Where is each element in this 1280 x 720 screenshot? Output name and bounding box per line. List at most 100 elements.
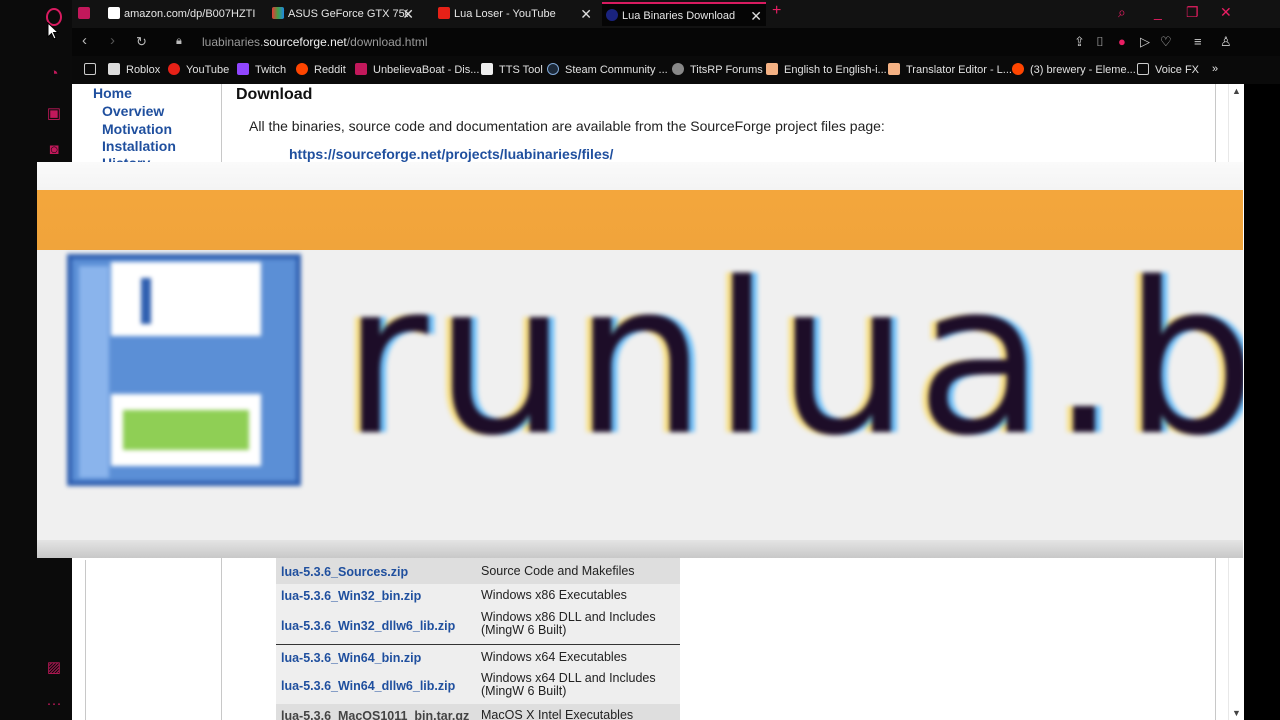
- more-icon[interactable]: ···: [44, 694, 64, 714]
- bookmark-label: YouTube: [186, 64, 230, 76]
- image-icon[interactable]: ▨: [44, 658, 64, 678]
- bookmark-label: Roblox: [126, 64, 161, 76]
- divider: [85, 560, 86, 720]
- bookmark-label: UnbelievaBoat - Dis...: [373, 64, 480, 76]
- heart-icon[interactable]: ♡: [1160, 34, 1172, 50]
- bookmark-twitch[interactable]: Twitch: [237, 63, 286, 76]
- file-description: Windows x86 DLL and Includes (MingW 6 Bu…: [481, 610, 656, 637]
- twitch-icon[interactable]: ◙: [44, 140, 64, 160]
- url-domain: sourceforge.net: [263, 35, 347, 49]
- file-link[interactable]: lua-5.3.6_MacOS1011_bin.tar.gz: [281, 709, 469, 720]
- mouse-cursor-icon: [47, 22, 59, 40]
- workspace-icon[interactable]: [78, 2, 104, 26]
- url-field[interactable]: luabinaries.sourceforge.net/download.htm…: [202, 35, 427, 49]
- file-link[interactable]: lua-5.3.6_Sources.zip: [281, 565, 408, 579]
- back-icon[interactable]: ‹: [82, 32, 87, 49]
- nav-overview[interactable]: Overview: [102, 103, 164, 119]
- bookmark-label: Steam Community ...: [565, 64, 668, 76]
- bookmark-label: English to English-i...: [784, 64, 887, 76]
- table-row: lua-5.3.6_Win32_dllw6_lib.zip Windows x8…: [276, 606, 680, 644]
- bookmark-label: Reddit: [314, 64, 346, 76]
- bookmark-label: Translator Editor - L...: [906, 64, 1012, 76]
- floppy-disk-icon: [67, 254, 301, 486]
- tab-asus[interactable]: ASUS GeForce GTX 750 Ti O ✕: [272, 2, 418, 26]
- lua-favicon-icon: [606, 9, 618, 21]
- bookmark-label: (3) brewery - Eleme...: [1030, 64, 1136, 76]
- file-description: Windows x64 DLL and Includes (MingW 6 Bu…: [481, 671, 656, 698]
- send-icon[interactable]: ▷: [1140, 34, 1150, 50]
- tab-lua-binaries[interactable]: Lua Binaries Download ✕: [602, 2, 766, 26]
- file-description: Source Code and Makefiles: [481, 564, 635, 578]
- file-link[interactable]: lua-5.3.6_Win64_bin.zip: [281, 651, 421, 665]
- table-row: lua-5.3.6_Win32_bin.zip Windows x86 Exec…: [276, 584, 680, 606]
- folder-icon: [1137, 63, 1149, 75]
- forum-icon: [672, 63, 684, 75]
- close-tab-icon[interactable]: ✕: [750, 4, 762, 26]
- overlay-bottom-band: [37, 540, 1243, 558]
- close-window-icon[interactable]: ✕: [1220, 4, 1232, 21]
- close-tab-icon[interactable]: ✕: [580, 2, 592, 26]
- table-row: lua-5.3.6_Win64_dllw6_lib.zip Windows x6…: [276, 666, 680, 704]
- youtube-favicon-icon: [438, 7, 450, 19]
- bookmark-roblox[interactable]: Roblox: [108, 63, 160, 76]
- minimize-icon[interactable]: _: [1154, 4, 1162, 20]
- bookmark-unbelievaboat[interactable]: UnbelievaBoat - Dis...: [355, 63, 479, 76]
- bookmark-english[interactable]: English to English-i...: [766, 63, 887, 76]
- new-tab-button[interactable]: +: [772, 2, 781, 20]
- bookmark-label: Voice FX: [1155, 64, 1200, 76]
- bookmark-voice-fx[interactable]: Voice FX: [1137, 63, 1199, 76]
- file-description: Windows x64 Executables: [481, 650, 627, 664]
- bookmark-titsrp[interactable]: TitsRP Forums: [672, 63, 763, 76]
- bookmark-label: TitsRP Forums: [690, 64, 763, 76]
- tab-title: ASUS GeForce GTX 750 Ti O: [288, 8, 408, 20]
- unbelievaboat-icon: [355, 63, 367, 75]
- url-prefix: luabinaries.: [202, 35, 264, 49]
- bookmarks-folder-icon[interactable]: [84, 63, 102, 76]
- scroll-up-icon[interactable]: ▲: [1232, 86, 1241, 96]
- nav-home[interactable]: Home: [93, 85, 132, 101]
- adblock-icon[interactable]: ●: [1118, 34, 1126, 49]
- bookmarks-more-button[interactable]: »: [1212, 63, 1218, 75]
- amazon-favicon-icon: [108, 7, 120, 19]
- share-icon[interactable]: ⇪: [1074, 34, 1085, 50]
- forward-icon[interactable]: ›: [110, 32, 115, 49]
- tab-amazon[interactable]: amazon.com/dp/B007HZTI ✕: [108, 2, 290, 26]
- reload-icon[interactable]: ↻: [136, 34, 147, 50]
- page-title: Download: [236, 86, 313, 103]
- easy-setup-icon[interactable]: ≡: [1194, 34, 1202, 49]
- file-description: Windows x86 Executables: [481, 588, 627, 602]
- bookmark-translator[interactable]: Translator Editor - L...: [888, 63, 1012, 76]
- twitch-icon: [237, 63, 249, 75]
- profile-icon[interactable]: ♙: [1220, 34, 1232, 50]
- document-icon: [481, 63, 493, 75]
- speed-dial-icon[interactable]: ◔: [44, 64, 64, 84]
- camera-icon[interactable]: ⌷: [1096, 34, 1104, 50]
- restore-icon[interactable]: ❐: [1186, 4, 1199, 21]
- bookmark-steam[interactable]: Steam Community ...: [547, 63, 668, 76]
- shopping-bag-icon[interactable]: ▣: [44, 104, 64, 124]
- roblox-icon: [108, 63, 120, 75]
- nav-motivation[interactable]: Motivation: [102, 121, 172, 137]
- bookmark-tts-tool[interactable]: TTS Tool: [481, 63, 543, 76]
- file-link[interactable]: lua-5.3.6_Win64_dllw6_lib.zip: [281, 679, 455, 693]
- asus-favicon-icon: [272, 7, 284, 19]
- tab-title: amazon.com/dp/B007HZTI: [124, 8, 256, 20]
- search-tabs-icon[interactable]: ⌕: [1118, 4, 1126, 21]
- bookmarks-bar: Roblox YouTube Twitch Reddit UnbelievaBo…: [72, 56, 1280, 84]
- close-tab-icon[interactable]: ✕: [402, 2, 414, 26]
- bookmark-brewery[interactable]: (3) brewery - Eleme...: [1012, 63, 1136, 76]
- file-link[interactable]: lua-5.3.6_Win32_bin.zip: [281, 589, 421, 603]
- tab-title: Lua Loser - YouTube: [454, 8, 556, 20]
- tab-youtube[interactable]: Lua Loser - YouTube ✕: [438, 2, 596, 26]
- intro-text: All the binaries, source code and docume…: [249, 118, 885, 134]
- scroll-down-icon[interactable]: ▼: [1232, 708, 1241, 718]
- sourceforge-files-link[interactable]: https://sourceforge.net/projects/luabina…: [289, 146, 613, 162]
- bookmark-youtube[interactable]: YouTube: [168, 63, 229, 76]
- bookmark-reddit[interactable]: Reddit: [296, 63, 346, 76]
- youtube-icon: [168, 63, 180, 75]
- bookmark-label: TTS Tool: [499, 64, 543, 76]
- nav-installation[interactable]: Installation: [102, 138, 176, 154]
- steam-icon: [547, 63, 559, 75]
- file-link[interactable]: lua-5.3.6_Win32_dllw6_lib.zip: [281, 619, 455, 633]
- bookmark-label: Twitch: [255, 64, 287, 76]
